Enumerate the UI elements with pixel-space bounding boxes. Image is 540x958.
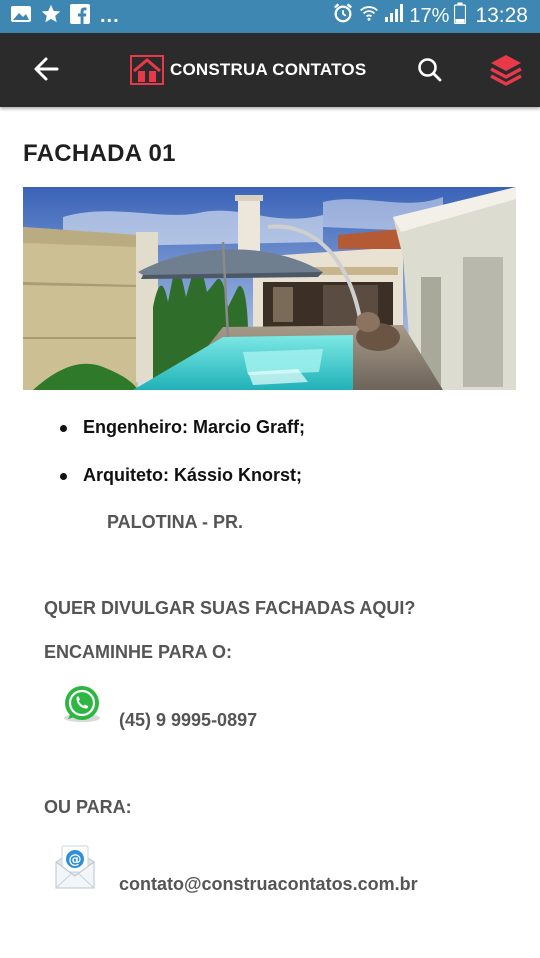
svg-text:@: @	[69, 853, 82, 868]
clock: 13:28	[475, 4, 528, 27]
post-content: FACHADA 01 Engenheiro: Marcio Graff; Arq…	[0, 107, 540, 958]
page-title: FACHADA 01	[23, 140, 176, 167]
promo-or-to: OU PARA:	[44, 797, 132, 817]
search-icon	[415, 58, 445, 89]
layers-button[interactable]	[488, 52, 524, 88]
app-logo: CONSTRUA CONTATOS	[130, 55, 366, 85]
contact-phone[interactable]: (45) 9 9995-0897	[119, 710, 257, 731]
logo-text: CONSTRUA CONTATOS	[170, 60, 367, 79]
facebook-icon	[70, 3, 90, 29]
status-bar-system: 17% 13:28	[332, 2, 528, 30]
credits-list: Engenheiro: Marcio Graff; Arquiteto: Kás…	[60, 417, 305, 513]
location: PALOTINA - PR.	[107, 512, 243, 532]
credit-architect: Arquiteto: Kássio Knorst;	[60, 465, 305, 513]
logo-house-icon	[130, 55, 164, 85]
battery-percent: 17%	[409, 4, 450, 27]
email-icon[interactable]: @	[53, 840, 97, 892]
signal-icon	[384, 3, 404, 29]
credit-engineer: Engenheiro: Marcio Graff;	[60, 417, 305, 465]
alarm-icon	[332, 2, 354, 30]
gallery-icon	[10, 5, 32, 28]
more-notifications: ...	[100, 5, 120, 27]
app-bar: CONSTRUA CONTATOS	[0, 33, 540, 107]
promo-question: QUER DIVULGAR SUAS FACHADAS AQUI?	[44, 598, 416, 618]
star-icon	[40, 3, 62, 30]
facade-render-image[interactable]	[23, 187, 516, 390]
status-bar-notifications: ...	[10, 3, 120, 30]
back-arrow-icon	[32, 55, 60, 88]
status-bar: ... 17% 13:28	[0, 0, 540, 33]
whatsapp-icon[interactable]	[60, 685, 104, 725]
promo-forward: ENCAMINHE PARA O:	[44, 642, 232, 662]
back-button[interactable]	[30, 55, 62, 87]
search-button[interactable]	[415, 55, 445, 85]
wifi-icon	[359, 3, 379, 29]
battery-icon	[454, 2, 467, 30]
contact-email[interactable]: contato@construacontatos.com.br	[119, 874, 418, 895]
layers-icon	[488, 55, 524, 92]
